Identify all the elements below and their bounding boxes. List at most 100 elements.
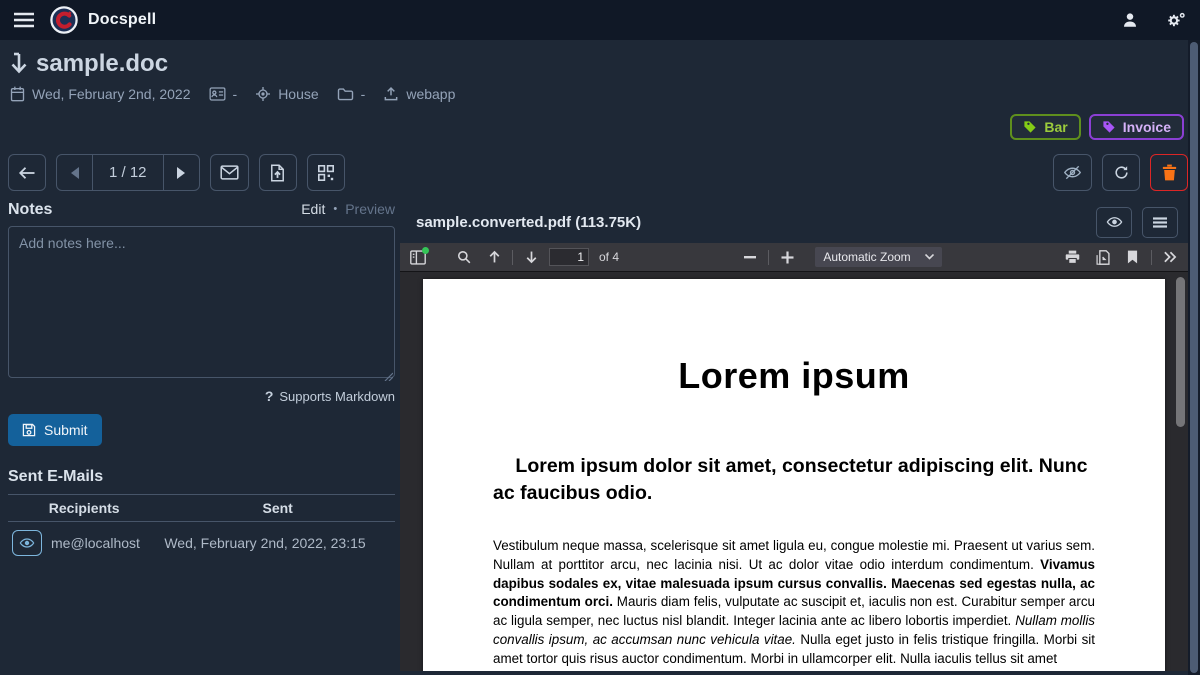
- crosshair-icon: [255, 86, 271, 102]
- view-email-button[interactable]: [12, 530, 42, 556]
- sent-emails-heading: Sent E-Mails: [8, 468, 395, 486]
- item-source: webapp: [383, 86, 455, 102]
- pdf-zoom-select[interactable]: Automatic Zoom: [815, 247, 941, 267]
- page-scrollbar[interactable]: [1188, 40, 1200, 675]
- email-sent-date: Wed, February 2nd, 2022, 23:15: [160, 522, 395, 565]
- item-concerning: House: [255, 86, 318, 102]
- pdf-sidebar-toggle-button[interactable]: [406, 246, 430, 268]
- item-date: Wed, February 2nd, 2022: [10, 86, 191, 102]
- submit-label: Submit: [44, 422, 88, 438]
- item-folder: -: [337, 86, 366, 102]
- attachment-menu-button[interactable]: [1142, 207, 1178, 238]
- pdf-next-page-button[interactable]: [519, 246, 543, 268]
- qr-grid-icon: [318, 165, 334, 181]
- prev-item-button[interactable]: [57, 155, 93, 190]
- add-file-button[interactable]: [259, 154, 297, 191]
- menu-icon: [1153, 217, 1167, 228]
- reprocess-button[interactable]: [1102, 154, 1140, 191]
- paragraph-segment: Vestibulum neque massa, scelerisque sit …: [493, 538, 1095, 572]
- delete-button[interactable]: [1150, 154, 1188, 191]
- save-icon: [22, 423, 36, 437]
- pdf-print-button[interactable]: [1061, 246, 1085, 268]
- tag-icon: [1102, 120, 1116, 134]
- pdf-prev-page-button[interactable]: [482, 246, 506, 268]
- attachment-view-button[interactable]: [1096, 207, 1132, 238]
- attachment-filename: sample.converted.pdf (113.75K): [416, 214, 641, 231]
- action-toolbar: 1 / 12: [0, 140, 1200, 191]
- page-scrollbar-thumb[interactable]: [1190, 42, 1198, 673]
- next-item-button[interactable]: [163, 155, 199, 190]
- left-panel: Notes Edit • Preview ? Supports Markdown…: [0, 201, 400, 671]
- back-button[interactable]: [8, 154, 46, 191]
- item-date-text: Wed, February 2nd, 2022: [32, 86, 191, 102]
- pdf-scrollbar-thumb[interactable]: [1176, 277, 1185, 427]
- main-content: Notes Edit • Preview ? Supports Markdown…: [0, 201, 1200, 671]
- item-header: sample.doc Wed, February 2nd, 2022 - Hou…: [0, 40, 1200, 102]
- envelope-icon: [220, 165, 239, 180]
- pdf-page: Lorem ipsum Lorem ipsum dolor sit amet, …: [423, 279, 1165, 671]
- pdf-tools-expand-button[interactable]: [1158, 246, 1182, 268]
- notes-preview-tab[interactable]: Preview: [345, 201, 395, 217]
- col-sent: Sent: [160, 495, 395, 522]
- question-icon: ?: [265, 388, 274, 404]
- calendar-icon: [10, 86, 25, 102]
- notes-input[interactable]: [8, 226, 395, 378]
- pager-label: 1 / 12: [93, 155, 163, 190]
- markdown-hint-text: Supports Markdown: [279, 389, 395, 404]
- eye-slash-icon: [1063, 164, 1082, 181]
- upload-icon: [383, 86, 399, 102]
- submit-notes-button[interactable]: Submit: [8, 414, 102, 446]
- resize-grip-icon[interactable]: [384, 372, 393, 381]
- pdf-scrollbar[interactable]: [1172, 272, 1188, 671]
- pdf-search-button[interactable]: [452, 246, 476, 268]
- refresh-icon: [1113, 164, 1130, 181]
- item-title-text: sample.doc: [36, 50, 168, 78]
- address-card-icon: [209, 87, 226, 101]
- item-correspondent-text: -: [233, 86, 238, 102]
- item-folder-text: -: [361, 86, 366, 102]
- item-pager: 1 / 12: [56, 154, 200, 191]
- email-recipient: me@localhost: [51, 535, 140, 551]
- top-navbar: Docspell: [0, 0, 1200, 40]
- sent-emails-table: Recipients Sent me@localhost Wed, Febru: [8, 494, 395, 564]
- item-concerning-text: House: [278, 86, 318, 102]
- unconfirm-button[interactable]: [1053, 154, 1092, 191]
- brand[interactable]: Docspell: [50, 6, 156, 34]
- pdf-page-count: of 4: [599, 250, 619, 264]
- pdf-save-button[interactable]: [1091, 246, 1115, 268]
- pdf-zoom-value: Automatic Zoom: [823, 250, 910, 264]
- pdf-view: Lorem ipsum Lorem ipsum dolor sit amet, …: [400, 272, 1188, 671]
- user-icon[interactable]: [1121, 11, 1139, 29]
- notes-heading: Notes: [8, 201, 52, 219]
- pdf-page-number-input[interactable]: [549, 248, 589, 266]
- pdf-doc-paragraph: Vestibulum neque massa, scelerisque sit …: [493, 537, 1095, 668]
- item-correspondent: -: [209, 86, 238, 102]
- tag-label: Bar: [1044, 119, 1067, 135]
- pdf-bookmark-button[interactable]: [1121, 246, 1145, 268]
- download-arrow-icon: [10, 52, 28, 76]
- tag-invoice[interactable]: Invoice: [1089, 114, 1184, 140]
- tag-icon: [1023, 120, 1037, 134]
- attachment-panel: sample.converted.pdf (113.75K): [400, 201, 1188, 671]
- file-upload-icon: [270, 164, 285, 182]
- hamburger-menu-icon[interactable]: [14, 12, 34, 28]
- pdf-zoom-out-button[interactable]: [738, 246, 762, 268]
- sidebar-indicator-dot: [422, 247, 429, 254]
- settings-gears-icon[interactable]: [1165, 11, 1186, 30]
- tag-label: Invoice: [1123, 119, 1171, 135]
- notes-edit-tab[interactable]: Edit: [301, 201, 325, 217]
- docspell-logo-icon: [50, 6, 78, 34]
- chevron-down-icon: [925, 254, 934, 260]
- folder-icon: [337, 87, 354, 101]
- tag-bar[interactable]: Bar: [1010, 114, 1080, 140]
- metadata-grid-button[interactable]: [307, 154, 345, 191]
- send-mail-button[interactable]: [210, 154, 249, 191]
- sent-email-row: me@localhost Wed, February 2nd, 2022, 23…: [8, 522, 395, 565]
- col-recipients: Recipients: [8, 495, 160, 522]
- brand-name: Docspell: [88, 11, 156, 29]
- trash-icon: [1162, 164, 1177, 181]
- pdf-toolbar: of 4 Automatic Zoom: [400, 243, 1188, 272]
- pdf-zoom-in-button[interactable]: [775, 246, 799, 268]
- pdf-doc-subtitle: Lorem ipsum dolor sit amet, consectetur …: [493, 453, 1095, 506]
- eye-icon: [1106, 216, 1123, 228]
